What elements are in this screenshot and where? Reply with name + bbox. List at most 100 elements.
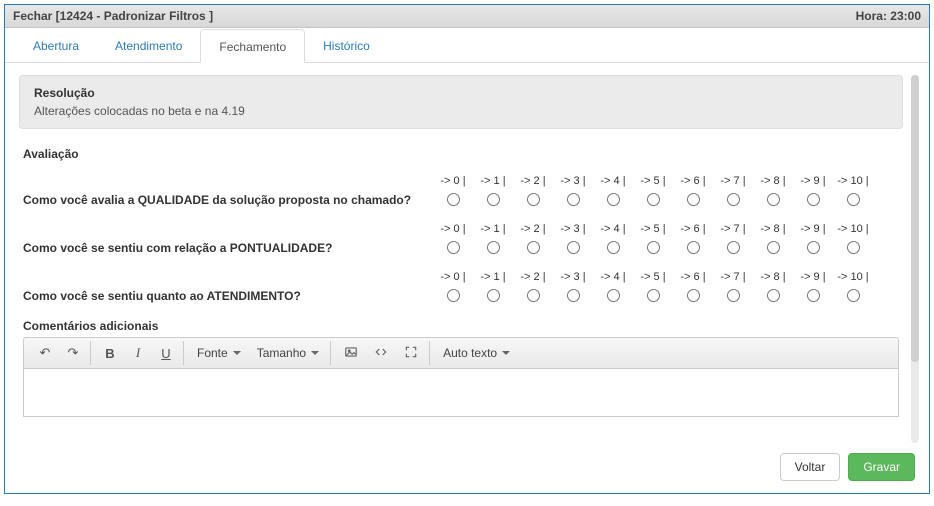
rating-scale-label: -> 7 | [713,223,753,235]
tab-atendimento[interactable]: Atendimento [97,29,200,63]
title-left: Fechar [12424 - Padronizar Filtros ] [13,9,213,23]
rating-scale-label: -> 10 | [833,175,873,187]
scrollbar[interactable] [911,75,919,443]
rating-scale-label: -> 7 | [713,271,753,283]
rating-radio[interactable] [767,241,780,254]
rating-radio[interactable] [607,193,620,206]
rating-cell: -> 10 | [833,223,873,257]
rating-radio[interactable] [647,241,660,254]
rating-radio[interactable] [807,193,820,206]
rating-question: Como você se sentiu quanto ao ATENDIMENT… [23,271,433,303]
rating-radio[interactable] [487,289,500,302]
scrollbar-thumb[interactable] [911,75,919,362]
rating-scale-label: -> 9 | [793,271,833,283]
rating-scale: -> 0 |-> 1 |-> 2 |-> 3 |-> 4 |-> 5 |-> 6… [433,223,873,257]
save-button[interactable]: Gravar [848,453,915,481]
rating-cell: -> 2 | [513,271,553,305]
rating-radio[interactable] [687,193,700,206]
tab-abertura[interactable]: Abertura [15,29,97,63]
redo-button[interactable]: ↷ [60,341,86,365]
rating-cell: -> 0 | [433,175,473,209]
font-dropdown[interactable]: Fonte [190,341,248,365]
rating-radio[interactable] [607,289,620,302]
rating-cell: -> 7 | [713,271,753,305]
rating-radio[interactable] [847,193,860,206]
rating-radio[interactable] [487,241,500,254]
rating-radio[interactable] [767,193,780,206]
rating-cell: -> 9 | [793,271,833,305]
rating-cell: -> 8 | [753,175,793,209]
rating-radio[interactable] [767,289,780,302]
italic-button[interactable]: I [125,341,151,365]
rating-scale-label: -> 5 | [633,271,673,283]
chevron-down-icon [311,351,319,355]
rating-scale-label: -> 2 | [513,223,553,235]
fullscreen-button[interactable] [397,341,425,365]
rating-radio[interactable] [527,289,540,302]
size-label: Tamanho [257,346,306,360]
rating-cell: -> 4 | [593,223,633,257]
tab-fechamento[interactable]: Fechamento [200,29,305,63]
rating-cell: -> 6 | [673,271,713,305]
rating-radio[interactable] [687,289,700,302]
rating-cell: -> 3 | [553,223,593,257]
back-button[interactable]: Voltar [780,453,841,481]
source-button[interactable] [367,341,395,365]
rating-cell: -> 9 | [793,175,833,209]
rating-scale-label: -> 4 | [593,175,633,187]
rating-radio[interactable] [727,193,740,206]
rating-scale-label: -> 6 | [673,271,713,283]
image-button[interactable] [337,341,365,365]
tab-historico[interactable]: Histórico [305,29,388,63]
rating-cell: -> 2 | [513,223,553,257]
rating-radio[interactable] [527,241,540,254]
rating-scale-label: -> 3 | [553,223,593,235]
rating-scale-label: -> 9 | [793,223,833,235]
rating-radio[interactable] [447,289,460,302]
rating-radio[interactable] [527,193,540,206]
rating-scale-label: -> 7 | [713,175,753,187]
rating-radio[interactable] [727,241,740,254]
size-dropdown[interactable]: Tamanho [250,341,326,365]
rating-radio[interactable] [607,241,620,254]
body: Resolução Alterações colocadas no beta e… [5,63,929,443]
resolution-title: Resolução [34,86,888,100]
undo-button[interactable]: ↶ [32,341,58,365]
rating-cell: -> 5 | [633,175,673,209]
comments-editor[interactable] [23,369,899,417]
rating-radio[interactable] [847,289,860,302]
rating-radio[interactable] [807,289,820,302]
rating-scale-label: -> 2 | [513,271,553,283]
rating-radio[interactable] [847,241,860,254]
title-right: Hora: 23:00 [856,9,921,23]
bold-button[interactable]: B [97,341,123,365]
rating-scale-label: -> 6 | [673,223,713,235]
rating-scale-label: -> 8 | [753,271,793,283]
rating-radio[interactable] [487,193,500,206]
rating-cell: -> 5 | [633,271,673,305]
rating-radio[interactable] [567,289,580,302]
rating-cell: -> 0 | [433,223,473,257]
autotext-dropdown[interactable]: Auto texto [436,341,517,365]
rating-cell: -> 4 | [593,271,633,305]
editor-toolbar: ↶ ↷ B I U Font [23,337,899,369]
rating-scale: -> 0 |-> 1 |-> 2 |-> 3 |-> 4 |-> 5 |-> 6… [433,175,873,209]
rating-radio[interactable] [567,241,580,254]
rating-scale-label: -> 10 | [833,271,873,283]
rating-cell: -> 7 | [713,223,753,257]
rating-radio[interactable] [687,241,700,254]
evaluation-title: Avaliação [23,147,899,161]
underline-button[interactable]: U [153,341,179,365]
rating-scale-label: -> 1 | [473,175,513,187]
rating-radio[interactable] [647,193,660,206]
rating-radio[interactable] [807,241,820,254]
rating-radio[interactable] [447,241,460,254]
rating-cell: -> 10 | [833,271,873,305]
rating-radio[interactable] [567,193,580,206]
rating-scale: -> 0 |-> 1 |-> 2 |-> 3 |-> 4 |-> 5 |-> 6… [433,271,873,305]
rating-radio[interactable] [727,289,740,302]
rating-radio[interactable] [647,289,660,302]
rating-radio[interactable] [447,193,460,206]
rating-cell: -> 2 | [513,175,553,209]
rating-cell: -> 3 | [553,175,593,209]
